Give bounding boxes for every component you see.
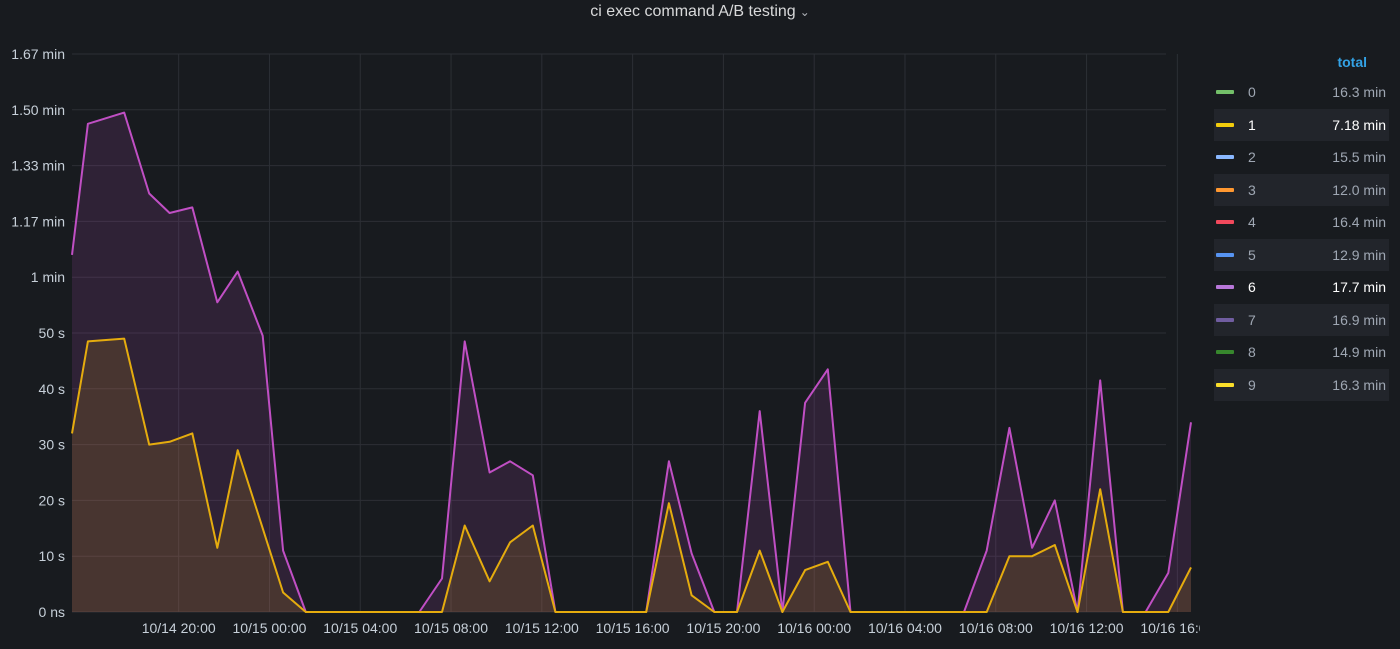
- legend-series-total: 16.3 min: [1332, 376, 1386, 393]
- legend-series-total: 14.9 min: [1332, 344, 1386, 360]
- legend-series-name: 1: [1248, 116, 1256, 133]
- x-tick-label: 10/15 16:00: [596, 620, 670, 636]
- legend-item-2[interactable]: 2 15.5 min: [1214, 141, 1389, 174]
- x-tick-label: 10/14 20:00: [142, 620, 216, 636]
- legend-swatch: [1216, 350, 1234, 354]
- legend-item-3[interactable]: 3 12.0 min: [1214, 173, 1389, 206]
- x-tick-label: 10/15 12:00: [505, 620, 579, 636]
- legend-item-9[interactable]: 9 16.3 min: [1214, 368, 1389, 401]
- x-tick-label: 10/15 08:00: [414, 620, 488, 636]
- legend-swatch: [1216, 285, 1234, 289]
- y-tick-label: 40 s: [39, 381, 65, 397]
- x-tick-label: 10/16 04:00: [868, 620, 942, 636]
- y-tick-label: 0 ns: [39, 604, 65, 620]
- legend-series-name: 9: [1248, 376, 1256, 393]
- legend-series-name: 6: [1248, 279, 1256, 295]
- legend-item-1[interactable]: 1 7.18 min: [1214, 108, 1389, 141]
- legend-item-0[interactable]: 0 16.3 min: [1214, 76, 1389, 109]
- legend-series-name: 4: [1248, 214, 1256, 230]
- y-tick-label: 10 s: [39, 548, 65, 564]
- y-tick-label: 1 min: [31, 269, 65, 285]
- legend-swatch: [1216, 155, 1234, 159]
- y-tick-label: 1.50 min: [11, 102, 65, 118]
- legend-swatch: [1216, 317, 1234, 322]
- time-series-chart[interactable]: 0 ns 10 s 20 s 30 s 40 s 50 s 1 min 1.17 min 1.3…: [0, 0, 1200, 649]
- x-tick-label: 10/16 08:00: [959, 620, 1033, 636]
- legend-series-total: 7.18 min: [1332, 116, 1386, 133]
- legend-swatch: [1216, 382, 1234, 387]
- legend-swatch: [1216, 252, 1234, 257]
- legend-item-8[interactable]: 8 14.9 min: [1214, 336, 1389, 369]
- legend-item-6[interactable]: 6 17.7 min: [1214, 271, 1389, 304]
- legend-series-total: 12.9 min: [1332, 246, 1386, 263]
- legend-series-name: 3: [1248, 181, 1256, 198]
- legend-series-name: 5: [1248, 246, 1256, 263]
- x-tick-label: 10/16 16:00: [1140, 620, 1200, 636]
- legend-swatch: [1216, 187, 1234, 192]
- x-tick-label: 10/16 00:00: [777, 620, 851, 636]
- x-tick-label: 10/15 04:00: [323, 620, 397, 636]
- legend-series-total: 16.4 min: [1332, 214, 1386, 230]
- legend-series-total: 17.7 min: [1332, 279, 1386, 295]
- y-tick-label: 1.17 min: [11, 213, 65, 229]
- legend-item-4[interactable]: 4 16.4 min: [1214, 206, 1389, 239]
- legend-total-header[interactable]: total: [1214, 48, 1389, 76]
- legend-series-name: 8: [1248, 344, 1256, 360]
- legend-item-5[interactable]: 5 12.9 min: [1214, 238, 1389, 271]
- x-tick-label: 10/15 20:00: [686, 620, 760, 636]
- legend-swatch: [1216, 122, 1234, 127]
- y-tick-label: 30 s: [39, 437, 65, 453]
- legend-item-7[interactable]: 7 16.9 min: [1214, 303, 1389, 336]
- legend-swatch: [1216, 90, 1234, 94]
- legend-series-total: 16.9 min: [1332, 311, 1386, 328]
- legend-series-total: 15.5 min: [1332, 149, 1386, 165]
- legend-series-name: 0: [1248, 84, 1256, 100]
- legend-series-name: 7: [1248, 311, 1256, 328]
- y-tick-label: 1.33 min: [11, 158, 65, 174]
- legend-series-total: 16.3 min: [1332, 84, 1386, 100]
- y-tick-label: 1.67 min: [11, 46, 65, 62]
- legend-series-total: 12.0 min: [1332, 181, 1386, 198]
- legend-series-name: 2: [1248, 149, 1256, 165]
- x-tick-label: 10/16 12:00: [1050, 620, 1124, 636]
- legend-rows: 0 16.3 min 1 7.18 min 2 15.5 min 3 12.0 min 4 16.…: [1214, 76, 1389, 401]
- y-tick-label: 50 s: [39, 325, 65, 341]
- y-tick-label: 20 s: [39, 492, 65, 508]
- legend-swatch: [1216, 220, 1234, 224]
- legend: total 0 16.3 min 1 7.18 min 2 15.5 min 3 12.0 m…: [1214, 48, 1389, 401]
- x-tick-label: 10/15 00:00: [232, 620, 306, 636]
